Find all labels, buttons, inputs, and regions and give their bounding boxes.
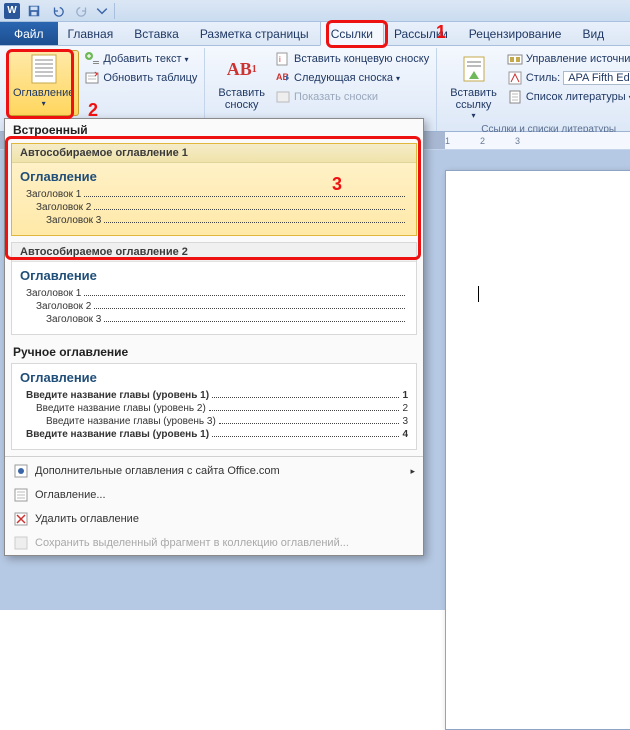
citation-style-select[interactable]: Стиль: APA Fifth Editi — [504, 69, 630, 87]
tab-references[interactable]: Ссылки — [320, 22, 384, 46]
qat-more-icon[interactable] — [96, 2, 108, 20]
insert-endnote-button[interactable]: i Вставить концевую сноску — [272, 50, 432, 68]
group-citations: Вставить ссылку ▾ Управление источникам … — [441, 48, 630, 131]
bibliography-button[interactable]: Список литературы ▾ — [504, 88, 630, 106]
tab-insert[interactable]: Вставка — [124, 22, 190, 45]
toc-button[interactable]: Оглавление ▾ — [8, 50, 79, 116]
titlebar: W — [0, 0, 630, 22]
gallery-item-auto1[interactable]: Автособираемое оглавление 1 Оглавление З… — [11, 143, 417, 236]
add-text-icon — [84, 51, 100, 67]
gallery-menu-save: Сохранить выделенный фрагмент в коллекци… — [5, 531, 423, 555]
insert-footnote-button[interactable]: AB1 Вставить сноску — [213, 50, 270, 116]
tab-home[interactable]: Главная — [58, 22, 125, 45]
document-page[interactable] — [445, 170, 630, 730]
toc-button-label: Оглавление — [13, 87, 74, 99]
gallery-item-manual[interactable]: Оглавление Введите название главы (урове… — [11, 363, 417, 450]
update-table-button[interactable]: Обновить таблицу — [81, 69, 200, 87]
add-text-button[interactable]: Добавить текст ▾ — [81, 50, 200, 68]
chevron-down-icon: ▾ — [42, 99, 46, 108]
ribbon-tabs: Файл Главная Вставка Разметка страницы С… — [0, 22, 630, 46]
bibliography-icon — [507, 89, 523, 105]
toc-small-icon — [13, 487, 29, 503]
text-cursor — [478, 286, 479, 302]
save-icon[interactable] — [24, 2, 44, 20]
show-notes-button: Показать сноски — [272, 88, 432, 106]
gallery-menu-remove[interactable]: Удалить оглавление — [5, 507, 423, 531]
insert-citation-icon — [458, 53, 490, 85]
footnote-icon: AB1 — [226, 53, 258, 85]
gallery-menu-office[interactable]: Дополнительные оглавления с сайта Office… — [5, 459, 423, 483]
save-selection-icon — [13, 535, 29, 551]
manage-sources-button[interactable]: Управление источникам — [504, 50, 630, 68]
next-footnote-icon: AB — [275, 70, 291, 86]
next-footnote-button[interactable]: AB Следующая сноска ▾ — [272, 69, 432, 87]
toc-icon — [28, 53, 60, 85]
tab-review[interactable]: Рецензирование — [459, 22, 573, 45]
insert-citation-button[interactable]: Вставить ссылку ▾ — [445, 50, 502, 123]
endnote-icon: i — [275, 51, 291, 67]
word-app-icon: W — [4, 3, 20, 19]
undo-icon[interactable] — [48, 2, 68, 20]
insert-footnote-label: Вставить сноску — [218, 87, 265, 111]
gallery-item-auto2[interactable]: Автособираемое оглавление 2 Оглавление З… — [11, 242, 417, 335]
remove-toc-icon — [13, 511, 29, 527]
tab-page-layout[interactable]: Разметка страницы — [190, 22, 320, 45]
office-icon — [13, 463, 29, 479]
svg-text:i: i — [279, 55, 281, 64]
show-notes-icon — [275, 89, 291, 105]
style-icon — [507, 70, 523, 86]
gallery-section-manual: Ручное оглавление — [5, 341, 423, 363]
gallery-menu-custom[interactable]: Оглавление... — [5, 483, 423, 507]
file-tab[interactable]: Файл — [0, 22, 58, 45]
update-table-icon — [84, 70, 100, 86]
tab-view[interactable]: Вид — [572, 22, 615, 45]
toc-gallery-panel: Встроенный Автособираемое оглавление 1 О… — [4, 118, 424, 556]
gallery-section-builtin: Встроенный — [5, 119, 423, 141]
redo-icon[interactable] — [72, 2, 92, 20]
tab-mailings[interactable]: Рассылки — [384, 22, 459, 45]
manage-sources-icon — [507, 51, 523, 67]
chevron-down-icon: ▾ — [472, 111, 476, 120]
qat-separator — [114, 3, 115, 19]
